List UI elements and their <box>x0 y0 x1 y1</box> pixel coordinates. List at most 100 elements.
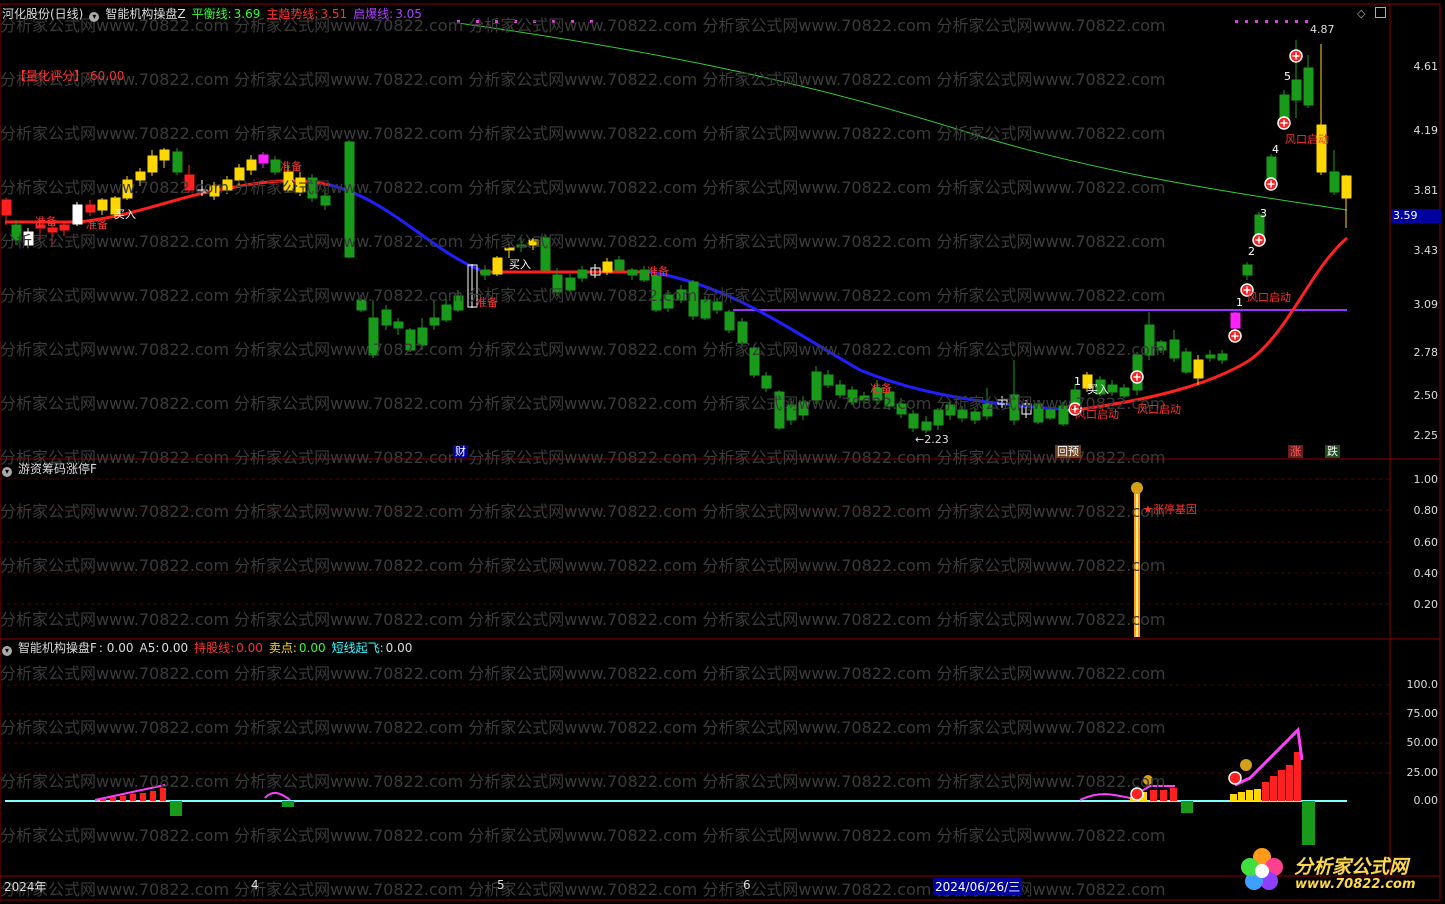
candle-body <box>72 204 83 225</box>
sell-label: 卖点: <box>268 641 297 655</box>
candle-body <box>1 199 12 216</box>
a5-value: 0.00 <box>161 641 189 655</box>
candle-body <box>982 403 993 417</box>
candle-body <box>565 277 576 291</box>
indicator-toggle-icon[interactable]: ▾ <box>89 12 100 22</box>
maximize-icon[interactable] <box>1375 7 1386 18</box>
candle-body <box>97 199 108 211</box>
logo-url: www.70822.com <box>1295 877 1416 892</box>
panel3-f-value: : 0.00 <box>98 641 134 655</box>
price-tick: 3.09 <box>1413 298 1439 311</box>
panel3-toggle-icon[interactable]: ▾ <box>2 646 12 656</box>
candle-body <box>441 304 452 321</box>
candle-body <box>798 401 809 416</box>
top-signal-dot <box>1265 20 1268 23</box>
pullback-badge[interactable]: 回预 <box>1055 445 1081 458</box>
panel3-tick: 0.00 <box>1413 794 1439 807</box>
ready-signal: 准备 <box>35 215 57 228</box>
top-signal-dot <box>552 20 555 23</box>
candle-body <box>258 154 269 164</box>
histogram-bar <box>1278 770 1285 801</box>
top-signal-dot <box>571 20 574 23</box>
stock-title[interactable]: 河化股份(日线) <box>2 7 83 21</box>
trend-value: 3.51 <box>320 7 348 21</box>
stock-chart-canvas[interactable] <box>0 0 1445 904</box>
candle-body <box>1291 79 1302 101</box>
buy-signal: 买入 <box>114 208 136 221</box>
limit-up-gene-label: ★涨停基因 <box>1143 503 1197 516</box>
time-axis-month: 4 <box>251 878 259 892</box>
candle-body <box>85 204 96 213</box>
top-signal-dot <box>1245 20 1248 23</box>
candle-body <box>159 149 170 161</box>
panel2-title[interactable]: 游资筹码涨停F <box>18 462 97 476</box>
logo-name: 分析家公式网 <box>1294 856 1409 878</box>
candle-body <box>614 259 625 271</box>
panel2-tick: 1.00 <box>1413 473 1439 486</box>
money-bag-icon <box>1131 482 1143 494</box>
candle-body <box>295 177 306 193</box>
plus-signal-icon <box>1228 771 1242 785</box>
panel3-header: ▾ 智能机构操盘F: 0.00 A5: 0.00 持股线: 0.00 卖点: 0.00 短线起飞… <box>2 641 418 656</box>
diamond-icon[interactable]: ◇ <box>1357 7 1365 20</box>
panel3-title[interactable]: 智能机构操盘F <box>18 641 97 655</box>
candle-body <box>1058 405 1069 425</box>
financial-badge[interactable]: 财 <box>453 445 468 458</box>
candle-body <box>1242 264 1253 276</box>
panel3-tick: 75.00 <box>1406 707 1439 720</box>
candle-body <box>393 321 404 329</box>
hold-value: 0.00 <box>236 641 263 655</box>
balance-line <box>457 22 1348 211</box>
candle-body <box>908 413 919 429</box>
hold-label: 持股线: <box>194 641 235 655</box>
count-label: 5 <box>1284 70 1291 83</box>
candle-body <box>23 231 34 246</box>
candle-body <box>320 195 331 206</box>
top-signal-dot <box>514 20 517 23</box>
quant-score: 【量化评分】:60.00 <box>14 69 125 83</box>
candle-body <box>970 411 981 421</box>
histogram-bar <box>1238 792 1245 801</box>
candle-body <box>945 404 956 416</box>
candle-body <box>1230 312 1241 329</box>
candle-body <box>1266 156 1277 181</box>
top-signal-dot <box>533 20 536 23</box>
candle-body <box>1181 351 1192 373</box>
top-signal-dot <box>1285 20 1288 23</box>
launch-label: 启爆线: <box>353 7 394 21</box>
candle-body <box>933 409 944 426</box>
balance-label: 平衡线: <box>191 7 232 21</box>
panel2-toggle-icon[interactable]: ▾ <box>2 467 12 477</box>
candle-body <box>1045 409 1056 419</box>
count-label: 4 <box>1272 143 1279 156</box>
money-bag-icon <box>1143 775 1153 785</box>
candle-body <box>1169 339 1180 359</box>
candle-body <box>417 327 428 346</box>
launch-value: 3.05 <box>395 7 422 21</box>
time-axis-year: 2024年 <box>4 880 47 894</box>
balance-value: 3.69 <box>233 7 261 21</box>
histogram-bar <box>1286 765 1293 801</box>
candle-body <box>577 269 588 279</box>
candle-body <box>47 227 58 233</box>
indicator-name[interactable]: 智能机构操盘Z <box>105 7 185 21</box>
candle-body <box>712 301 723 311</box>
ready-signal: 准备 <box>647 265 669 278</box>
candle-body <box>356 299 367 311</box>
plus-signal-icon <box>1130 787 1144 801</box>
histogram-bar <box>1181 801 1193 813</box>
high-price-label: 4.87 <box>1310 23 1335 36</box>
price-tick: 3.43 <box>1413 244 1439 257</box>
candle-body <box>1144 324 1155 356</box>
rise-badge[interactable]: 涨 <box>1288 445 1303 458</box>
a5-label: A5: <box>139 641 160 655</box>
short-value: 0.00 <box>385 641 413 655</box>
candle-body <box>1033 403 1044 423</box>
ready-signal: 准备 <box>280 160 302 173</box>
candle-body <box>957 409 968 419</box>
top-signal-dot <box>495 20 498 23</box>
histogram-bar <box>160 788 166 801</box>
histogram-bar <box>150 791 156 801</box>
fall-badge[interactable]: 跌 <box>1325 445 1340 458</box>
low-price-label: ←2.23 <box>915 433 949 446</box>
